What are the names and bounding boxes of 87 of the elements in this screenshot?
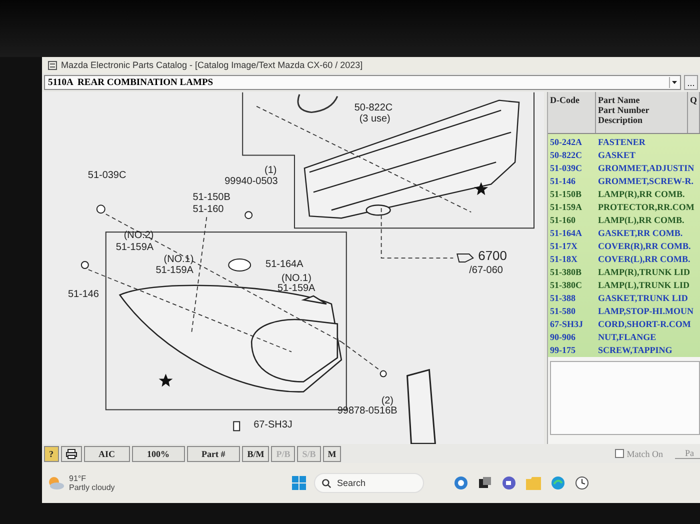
d-code-cell[interactable]: 51-039C	[548, 162, 596, 172]
part-number-label: 51-159A	[116, 242, 154, 254]
part-number-label: 51-160	[192, 204, 224, 216]
part-name-cell[interactable]: PROTECTOR,RR.COM	[596, 202, 700, 212]
gasket-drawing	[297, 94, 338, 114]
d-code-cell[interactable]: 51-159A	[548, 202, 596, 212]
match-on-checkbox[interactable]	[614, 449, 624, 458]
d-code-cell[interactable]: 51-164A	[548, 228, 596, 238]
part-number-label: (NO.2)	[124, 230, 154, 242]
d-code-cell[interactable]: 51-388	[548, 292, 596, 302]
part-number-label: 51-150B	[192, 192, 230, 204]
part-number-label: (2)	[381, 396, 394, 407]
part-name-cell[interactable]: COVER(R),RR COMB.	[596, 240, 700, 250]
d-code-cell[interactable]: 51-146	[548, 176, 596, 186]
part-name-cell[interactable]: LAMP(R),TRUNK LID	[596, 266, 700, 276]
taskbar-search-field[interactable]: Search	[314, 473, 424, 493]
part-number-label: 67-SH3J	[254, 420, 292, 431]
part-number-label: 51-146	[68, 288, 99, 300]
part-name-cell[interactable]: CORD,SHORT-R.COM	[596, 318, 700, 328]
star-mark-icon	[158, 374, 173, 387]
grommet-icon	[80, 261, 89, 269]
dropdown-arrow-icon	[669, 77, 679, 88]
toolbar-button[interactable]: B/M	[242, 446, 270, 462]
printer-icon	[66, 448, 76, 458]
more-button[interactable]: ...	[684, 75, 698, 90]
part-number-label: /67-060	[469, 265, 503, 276]
d-code-cell[interactable]: 67-SH3J	[548, 318, 596, 328]
d-code-cell[interactable]: 51-18X	[548, 254, 596, 264]
part-number-label: (3 use)	[359, 113, 390, 124]
d-code-cell[interactable]: 51-160	[548, 214, 596, 224]
part-name-cell[interactable]: GASKET,TRUNK LID	[596, 292, 700, 302]
screw-icon	[380, 370, 387, 378]
windows-start-icon[interactable]	[292, 476, 306, 490]
toolbar-button[interactable]: Part #	[186, 446, 240, 462]
toolbar-button[interactable]: M	[322, 446, 342, 462]
help-button[interactable]: ?	[44, 446, 58, 462]
toolbar-button[interactable]: AIC	[84, 446, 130, 462]
section-dropdown[interactable]: 5110A REAR COMBINATION LAMPS	[44, 75, 681, 90]
part-number-label: (1)	[264, 165, 277, 176]
part-number-label: 51-164A	[266, 259, 304, 270]
part-number-label: (NO.1)	[282, 272, 312, 284]
d-code-cell[interactable]: 51-380B	[548, 266, 596, 276]
d-code-cell[interactable]: 51-380C	[548, 280, 596, 290]
part-number-label: 51-039C	[88, 170, 126, 182]
part-number-label: 51-159A	[156, 265, 194, 276]
weather-condition: Partly cloudy	[69, 483, 115, 492]
part-name-cell[interactable]: SCREW,TAPPING	[596, 344, 700, 354]
window-title: Mazda Electronic Parts Catalog - [Catalog Image/Text Mazda CX-60 / 2023]	[61, 60, 363, 70]
column-header[interactable]: Part Name Part Number Description	[596, 92, 688, 133]
part-number-label: (NO.1)	[164, 254, 194, 265]
part-number-label: 51-159A	[278, 282, 316, 294]
part-name-cell[interactable]: GROMMET,SCREW-R.	[596, 176, 700, 186]
print-button[interactable]	[60, 446, 82, 462]
grommet-icon	[96, 204, 106, 214]
part-name-cell[interactable]: LAMP,STOP-HI.MOUN	[596, 306, 700, 316]
d-code-cell[interactable]: 90-906	[548, 332, 596, 342]
checkbox-label: Match On	[626, 448, 663, 458]
part-number-label: 6700	[478, 248, 507, 264]
part-name-cell[interactable]: LAMP(L),RR COMB.	[596, 214, 700, 224]
part-name-cell[interactable]: LAMP(R),RR COMB.	[596, 188, 700, 198]
app-icon	[48, 60, 57, 70]
column-header[interactable]: Q	[688, 92, 700, 133]
part-number-label: 99878-0516B	[337, 406, 398, 417]
task-view-icon[interactable]	[478, 476, 492, 490]
part-number-label: 99940-0503	[224, 176, 278, 188]
d-code-cell[interactable]: 99-175	[548, 344, 596, 354]
part-name-cell[interactable]: GASKET,RR COMB.	[596, 228, 700, 238]
clock-icon[interactable]	[575, 476, 589, 490]
part-name-cell[interactable]: COVER(L),RR COMB.	[596, 254, 700, 264]
part-name-cell[interactable]: GASKET	[596, 150, 700, 160]
toolbar-button[interactable]: 100%	[132, 446, 185, 462]
d-code-cell[interactable]: 51-17X	[548, 240, 596, 250]
temperature: 91°F	[69, 474, 87, 483]
cord-connector-icon	[233, 421, 240, 432]
nut-icon	[244, 211, 253, 220]
part-name-cell[interactable]: NUT,FLANGE	[596, 332, 700, 342]
d-code-cell[interactable]: 50-822C	[548, 150, 596, 160]
part-number-label: 50-822C	[354, 102, 393, 114]
d-code-cell[interactable]: 51-150B	[548, 188, 596, 198]
part-name-cell[interactable]: FASTENER	[596, 136, 700, 146]
part-name-cell[interactable]: GROMMET,ADJUSTIN	[596, 162, 700, 172]
part-name-cell[interactable]: LAMP(L),TRUNK LID	[596, 280, 700, 290]
star-mark-icon	[474, 182, 488, 196]
d-code-cell[interactable]: 51-580	[548, 306, 596, 316]
gasket-icon	[228, 258, 252, 272]
column-header[interactable]: D-Code	[548, 92, 596, 133]
d-code-cell[interactable]: 50-242A	[548, 136, 596, 146]
